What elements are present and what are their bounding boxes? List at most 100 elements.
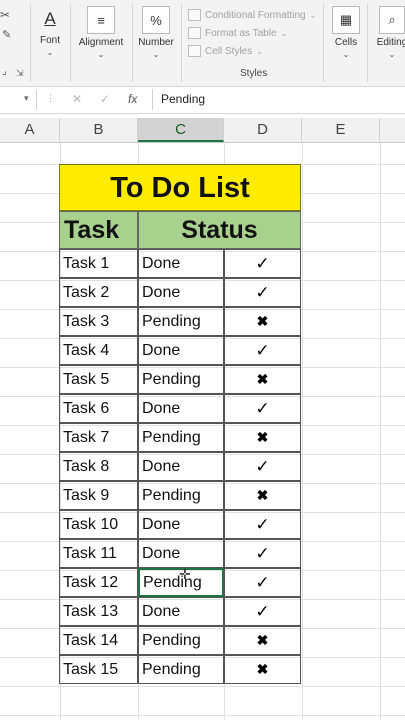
- task-cell[interactable]: Task 7: [59, 423, 138, 452]
- enter-icon[interactable]: ✓: [100, 92, 110, 106]
- conditional-formatting-label: Conditional Formatting: [205, 9, 306, 21]
- task-cell[interactable]: Task 12: [59, 568, 138, 597]
- cells-button[interactable]: ▦ Cells ⌄: [330, 6, 362, 59]
- table-row: Task 6 Done ✓: [59, 394, 301, 423]
- cross-mark-icon[interactable]: ✖: [224, 481, 301, 510]
- alignment-label: Alignment: [78, 37, 124, 48]
- status-cell[interactable]: Done: [138, 539, 224, 568]
- editing-button[interactable]: ⌕ Editing ⌄: [372, 6, 405, 59]
- table-title[interactable]: To Do List: [59, 164, 301, 211]
- table-row: Task 13 Done ✓: [59, 597, 301, 626]
- name-box-dropdown-icon[interactable]: ▾: [24, 93, 29, 104]
- number-button[interactable]: % Number ⌄: [136, 6, 176, 59]
- font-label: Font: [39, 35, 60, 46]
- cells-label: Cells: [334, 37, 358, 48]
- status-cell[interactable]: Done: [138, 510, 224, 539]
- task-cell[interactable]: Task 11: [59, 539, 138, 568]
- task-cell[interactable]: Task 4: [59, 336, 138, 365]
- search-icon: ⌕: [379, 6, 405, 34]
- column-headers: A B C D E: [0, 118, 405, 143]
- clipboard-dialog-launcher-icon[interactable]: ⇲: [16, 68, 24, 79]
- task-cell[interactable]: Task 1: [59, 249, 138, 278]
- column-header-a[interactable]: A: [0, 118, 60, 142]
- cells-grid-icon: ▦: [332, 6, 360, 34]
- status-cell[interactable]: Done: [138, 452, 224, 481]
- task-cell[interactable]: Task 10: [59, 510, 138, 539]
- editing-label: Editing: [376, 37, 405, 48]
- check-mark-icon[interactable]: ✓: [224, 249, 301, 278]
- table-row: Task 14 Pending ✖: [59, 626, 301, 655]
- ribbon-separator: [132, 4, 133, 82]
- status-cell[interactable]: Done: [138, 597, 224, 626]
- status-cell[interactable]: Pending: [138, 365, 224, 394]
- status-cell[interactable]: Pending: [138, 481, 224, 510]
- insert-function-icon[interactable]: fx: [128, 92, 137, 106]
- formula-input[interactable]: Pending: [152, 89, 405, 110]
- status-header[interactable]: Status: [138, 211, 301, 249]
- font-color-icon: A: [44, 9, 56, 28]
- status-cell[interactable]: Done: [138, 336, 224, 365]
- align-lines-icon: ≡: [87, 6, 115, 34]
- chevron-down-icon: ⌄: [388, 50, 396, 59]
- table-row: Task 8 Done ✓: [59, 452, 301, 481]
- task-cell[interactable]: Task 14: [59, 626, 138, 655]
- check-mark-icon[interactable]: ✓: [224, 510, 301, 539]
- table-row: Task 1 Done ✓: [59, 249, 301, 278]
- column-header-b[interactable]: B: [60, 118, 138, 142]
- check-mark-icon[interactable]: ✓: [224, 394, 301, 423]
- clipboard-expander-icon[interactable]: ⌟: [2, 66, 7, 77]
- task-cell[interactable]: Task 8: [59, 452, 138, 481]
- cell-styles-label: Cell Styles: [205, 45, 253, 57]
- task-cell[interactable]: Task 2: [59, 278, 138, 307]
- task-cell[interactable]: Task 6: [59, 394, 138, 423]
- task-cell[interactable]: Task 13: [59, 597, 138, 626]
- cell-styles-button[interactable]: Cell Styles ⌄: [188, 45, 263, 57]
- cut-icon[interactable]: ✂: [0, 8, 10, 22]
- cancel-icon[interactable]: ✕: [72, 92, 82, 106]
- cross-mark-icon[interactable]: ✖: [224, 423, 301, 452]
- status-cell[interactable]: Done: [138, 249, 224, 278]
- check-mark-icon[interactable]: ✓: [224, 597, 301, 626]
- formula-bar-handle-icon[interactable]: ⋮: [46, 93, 55, 104]
- table-row: Task 15 Pending ✖: [59, 655, 301, 684]
- name-box[interactable]: ▾: [0, 90, 37, 109]
- table-row: Task 3 Pending ✖: [59, 307, 301, 336]
- ribbon-separator: [323, 4, 324, 82]
- column-header-e[interactable]: E: [302, 118, 380, 142]
- task-cell[interactable]: Task 9: [59, 481, 138, 510]
- status-cell[interactable]: Pending: [138, 423, 224, 452]
- alignment-button[interactable]: ≡ Alignment ⌄: [76, 6, 126, 59]
- format-as-table-label: Format as Table: [205, 27, 277, 39]
- column-header-c[interactable]: C: [138, 118, 224, 142]
- task-header[interactable]: Task: [59, 211, 138, 249]
- check-mark-icon[interactable]: ✓: [224, 568, 301, 597]
- check-mark-icon[interactable]: ✓: [224, 539, 301, 568]
- chevron-down-icon: ⌄: [342, 50, 350, 59]
- move-cursor-icon: ✛: [179, 566, 191, 582]
- chevron-down-icon: ⌄: [46, 48, 54, 57]
- check-mark-icon[interactable]: ✓: [224, 452, 301, 481]
- ribbon: ✂ ✎ ⌟ ⇲ A Font ⌄ ≡ Alignment ⌄ % Number …: [0, 0, 405, 87]
- status-cell[interactable]: Pending: [138, 307, 224, 336]
- column-header-d[interactable]: D: [224, 118, 302, 142]
- format-painter-icon[interactable]: ✎: [2, 28, 11, 41]
- task-cell[interactable]: Task 15: [59, 655, 138, 684]
- status-cell[interactable]: Pending: [138, 626, 224, 655]
- check-mark-icon[interactable]: ✓: [224, 336, 301, 365]
- status-cell[interactable]: Pending: [138, 655, 224, 684]
- check-mark-icon[interactable]: ✓: [224, 278, 301, 307]
- cell-styles-icon: [188, 45, 201, 57]
- status-cell[interactable]: Done: [138, 394, 224, 423]
- font-button[interactable]: A Font ⌄: [36, 6, 64, 57]
- cross-mark-icon[interactable]: ✖: [224, 655, 301, 684]
- cross-mark-icon[interactable]: ✖: [224, 307, 301, 336]
- format-as-table-button[interactable]: Format as Table ⌄: [188, 27, 287, 39]
- styles-group-label: Styles: [240, 68, 268, 79]
- cross-mark-icon[interactable]: ✖: [224, 626, 301, 655]
- task-cell[interactable]: Task 3: [59, 307, 138, 336]
- table-row: Task 4 Done ✓: [59, 336, 301, 365]
- status-cell[interactable]: Done: [138, 278, 224, 307]
- task-cell[interactable]: Task 5: [59, 365, 138, 394]
- cross-mark-icon[interactable]: ✖: [224, 365, 301, 394]
- conditional-formatting-button[interactable]: Conditional Formatting ⌄: [188, 9, 316, 21]
